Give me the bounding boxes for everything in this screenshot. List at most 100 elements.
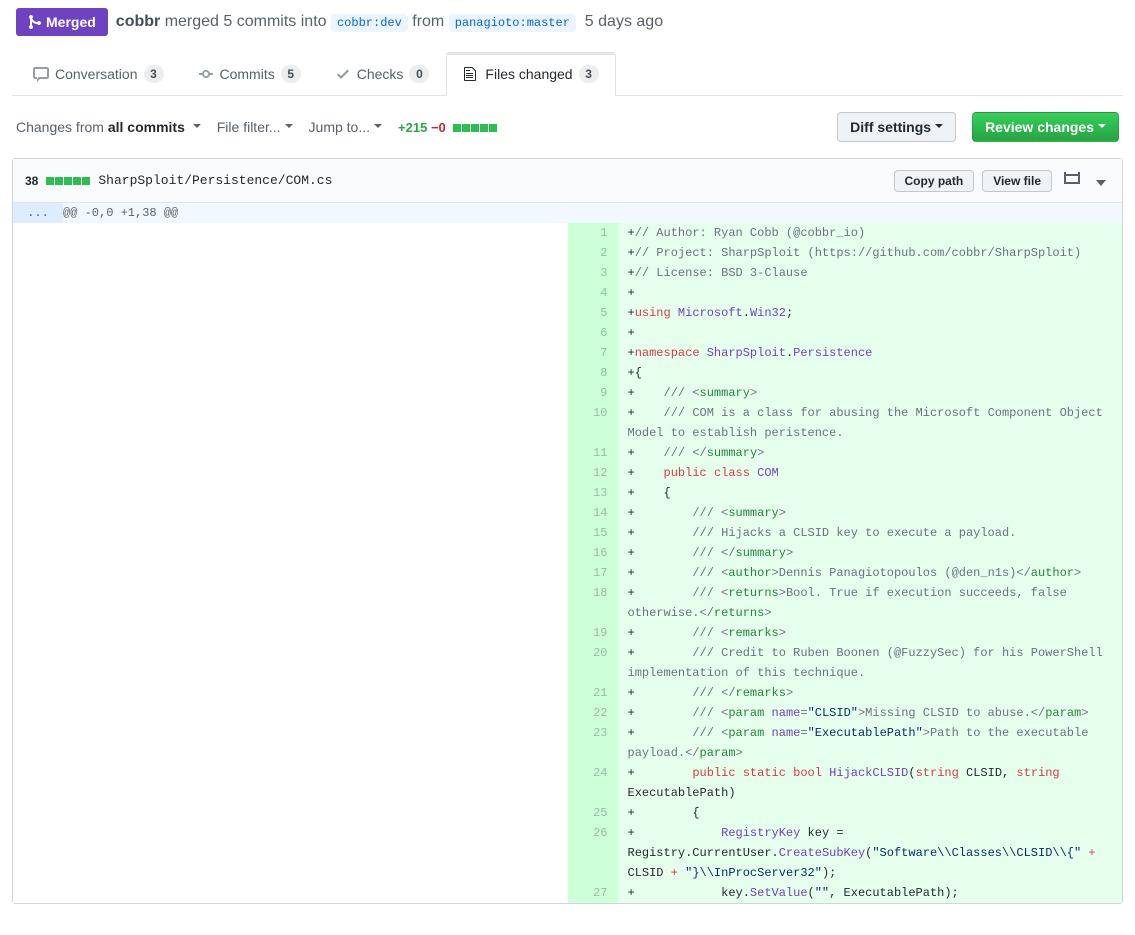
new-code[interactable]: + /// <summary> xyxy=(618,383,1123,403)
new-code[interactable]: +// License: BSD 3-Clause xyxy=(618,263,1123,283)
pr-time: 5 days ago xyxy=(580,13,663,30)
old-line-num xyxy=(13,283,63,303)
new-line-num[interactable]: 4 xyxy=(568,283,618,303)
new-code[interactable]: + { xyxy=(618,483,1123,503)
review-changes-button[interactable]: Review changes xyxy=(972,112,1119,142)
new-code[interactable]: +using Microsoft.Win32; xyxy=(618,303,1123,323)
new-code[interactable]: + { xyxy=(618,803,1123,823)
new-code[interactable]: + /// <remarks> xyxy=(618,623,1123,643)
display-mode-icon[interactable] xyxy=(1060,167,1084,194)
changes-from-menu[interactable]: Changes from all commits xyxy=(16,119,201,135)
new-code[interactable]: + public class COM xyxy=(618,463,1123,483)
old-line-num xyxy=(13,323,63,343)
tab-commits[interactable]: Commits5 xyxy=(181,52,318,95)
new-code[interactable]: + /// <summary> xyxy=(618,503,1123,523)
tab-conversation[interactable]: Conversation3 xyxy=(16,52,181,95)
diff-table: ... @@ -0,0 +1,38 @@ 1+// Author: Ryan C… xyxy=(13,203,1122,903)
old-line-num xyxy=(13,763,63,803)
new-line-num[interactable]: 27 xyxy=(568,883,618,903)
new-code[interactable]: + xyxy=(618,323,1123,343)
new-line-num[interactable]: 6 xyxy=(568,323,618,343)
new-line-num[interactable]: 23 xyxy=(568,723,618,763)
new-code[interactable]: + key.SetValue("", ExecutablePath); xyxy=(618,883,1123,903)
new-code[interactable]: + /// </remarks> xyxy=(618,683,1123,703)
new-line-num[interactable]: 25 xyxy=(568,803,618,823)
new-line-num[interactable]: 5 xyxy=(568,303,618,323)
chevron-down-icon[interactable] xyxy=(1092,169,1110,193)
tab-checks[interactable]: Checks0 xyxy=(318,52,447,95)
new-line-num[interactable]: 10 xyxy=(568,403,618,443)
diffstat: +215 −0 xyxy=(398,120,497,135)
pr-actor[interactable]: cobbr xyxy=(116,13,160,30)
new-code[interactable]: + xyxy=(618,283,1123,303)
new-line-num[interactable]: 3 xyxy=(568,263,618,283)
diff-line: 18+ /// <returns>Bool. True if execution… xyxy=(13,583,1122,623)
old-code xyxy=(63,563,568,583)
view-file-button[interactable]: View file xyxy=(982,170,1052,192)
new-code[interactable]: + /// Hijacks a CLSID key to execute a p… xyxy=(618,523,1123,543)
new-line-num[interactable]: 13 xyxy=(568,483,618,503)
old-line-num xyxy=(13,463,63,483)
new-line-num[interactable]: 2 xyxy=(568,243,618,263)
old-line-num xyxy=(13,303,63,323)
old-code xyxy=(63,723,568,763)
new-line-num[interactable]: 15 xyxy=(568,523,618,543)
new-code[interactable]: + /// <param name="CLSID">Missing CLSID … xyxy=(618,703,1123,723)
diff-line: 24+ public static bool HijackCLSID(strin… xyxy=(13,763,1122,803)
new-line-num[interactable]: 19 xyxy=(568,623,618,643)
old-code xyxy=(63,343,568,363)
diff-line: 26+ RegistryKey key = Registry.CurrentUs… xyxy=(13,823,1122,883)
tab-label: Commits xyxy=(220,66,275,82)
copy-path-button[interactable]: Copy path xyxy=(894,170,975,192)
old-code xyxy=(63,363,568,383)
old-code xyxy=(63,823,568,883)
new-code[interactable]: +// Project: SharpSploit (https://github… xyxy=(618,243,1123,263)
new-line-num[interactable]: 16 xyxy=(568,543,618,563)
old-code xyxy=(63,403,568,443)
new-code[interactable]: + /// </summary> xyxy=(618,443,1123,463)
new-line-num[interactable]: 26 xyxy=(568,823,618,883)
diff-settings-button[interactable]: Diff settings xyxy=(837,112,956,142)
tab-label: Conversation xyxy=(55,66,138,82)
new-line-num[interactable]: 1 xyxy=(568,223,618,243)
diff-line: 25+ { xyxy=(13,803,1122,823)
new-code[interactable]: + RegistryKey key = Registry.CurrentUser… xyxy=(618,823,1123,883)
diff-line: 14+ /// <summary> xyxy=(13,503,1122,523)
new-line-num[interactable]: 21 xyxy=(568,683,618,703)
new-code[interactable]: +// Author: Ryan Cobb (@cobbr_io) xyxy=(618,223,1123,243)
pr-tabs: Conversation3Commits5Checks0Files change… xyxy=(12,52,1123,96)
new-line-num[interactable]: 11 xyxy=(568,443,618,463)
new-line-num[interactable]: 8 xyxy=(568,363,618,383)
new-line-num[interactable]: 9 xyxy=(568,383,618,403)
jump-to-menu[interactable]: Jump to... xyxy=(309,119,382,135)
new-line-num[interactable]: 14 xyxy=(568,503,618,523)
file-filter-menu[interactable]: File filter... xyxy=(217,119,293,135)
new-line-num[interactable]: 22 xyxy=(568,703,618,723)
new-line-num[interactable]: 17 xyxy=(568,563,618,583)
new-code[interactable]: + /// </summary> xyxy=(618,543,1123,563)
new-code[interactable]: + /// <returns>Bool. True if execution s… xyxy=(618,583,1123,623)
new-code[interactable]: + /// <param name="ExecutablePath">Path … xyxy=(618,723,1123,763)
pr-meta-text: cobbr merged 5 commits into cobbr:dev fr… xyxy=(116,13,663,31)
new-code[interactable]: +namespace SharpSploit.Persistence xyxy=(618,343,1123,363)
old-code xyxy=(63,643,568,683)
tab-files[interactable]: Files changed3 xyxy=(446,52,615,96)
new-line-num[interactable]: 12 xyxy=(568,463,618,483)
new-line-num[interactable]: 18 xyxy=(568,583,618,623)
old-line-num xyxy=(13,363,63,383)
new-line-num[interactable]: 7 xyxy=(568,343,618,363)
file-path[interactable]: SharpSploit/Persistence/COM.cs xyxy=(98,173,332,188)
expand-hunk-button[interactable]: ... xyxy=(13,203,63,223)
base-branch[interactable]: cobbr:dev xyxy=(331,14,408,32)
tab-count: 0 xyxy=(409,65,429,83)
old-code xyxy=(63,523,568,543)
head-branch[interactable]: panagioto:master xyxy=(449,14,576,32)
diff-line: 13+ { xyxy=(13,483,1122,503)
new-code[interactable]: + /// <author>Dennis Panagiotopoulos (@d… xyxy=(618,563,1123,583)
new-line-num[interactable]: 20 xyxy=(568,643,618,683)
new-code[interactable]: +{ xyxy=(618,363,1123,383)
new-code[interactable]: + /// Credit to Ruben Boonen (@FuzzySec)… xyxy=(618,643,1123,683)
new-code[interactable]: + /// COM is a class for abusing the Mic… xyxy=(618,403,1123,443)
new-line-num[interactable]: 24 xyxy=(568,763,618,803)
new-code[interactable]: + public static bool HijackCLSID(string … xyxy=(618,763,1123,803)
